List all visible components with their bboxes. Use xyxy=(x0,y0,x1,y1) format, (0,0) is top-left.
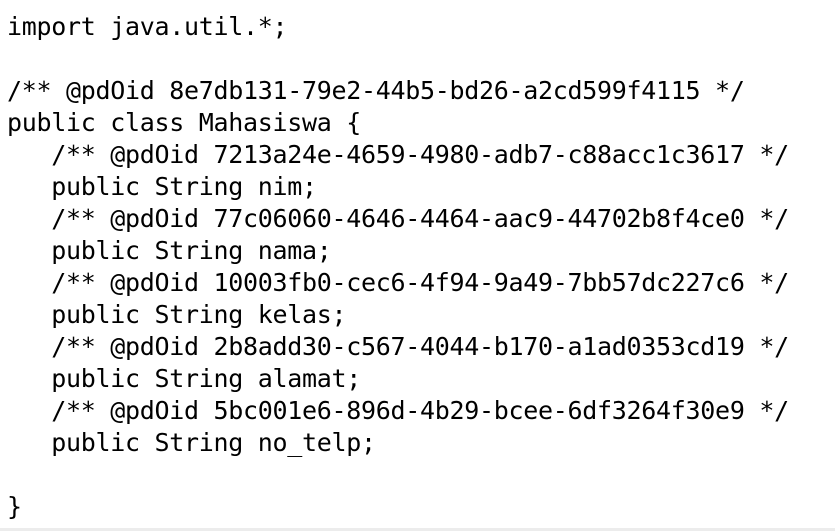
code-line-nama-field: public String nama; xyxy=(7,236,332,265)
code-line-alamat-field: public String alamat; xyxy=(7,364,362,393)
code-line-import: import java.util.*; xyxy=(7,12,288,41)
code-line-nim-comment: /** @pdOid 7213a24e-4659-4980-adb7-c88ac… xyxy=(7,140,789,169)
code-line-no-telp-comment: /** @pdOid 5bc001e6-896d-4b29-bcee-6df32… xyxy=(7,396,789,425)
code-line-alamat-comment: /** @pdOid 2b8add30-c567-4044-b170-a1ad0… xyxy=(7,332,789,361)
code-line-nim-field: public String nim; xyxy=(7,172,317,201)
code-line-kelas-comment: /** @pdOid 10003fb0-cec6-4f94-9a49-7bb57… xyxy=(7,268,789,297)
code-line-closing-brace: } xyxy=(7,492,22,521)
code-line-class-declaration: public class Mahasiswa { xyxy=(7,108,362,137)
code-line-kelas-field: public String kelas; xyxy=(7,300,347,329)
code-block: import java.util.*; /** @pdOid 8e7db131-7… xyxy=(7,11,827,523)
code-line-nama-comment: /** @pdOid 77c06060-4646-4464-aac9-44702… xyxy=(7,204,789,233)
code-line-no-telp-field: public String no_telp; xyxy=(7,428,376,457)
code-line-class-comment: /** @pdOid 8e7db131-79e2-44b5-bd26-a2cd5… xyxy=(7,76,745,105)
